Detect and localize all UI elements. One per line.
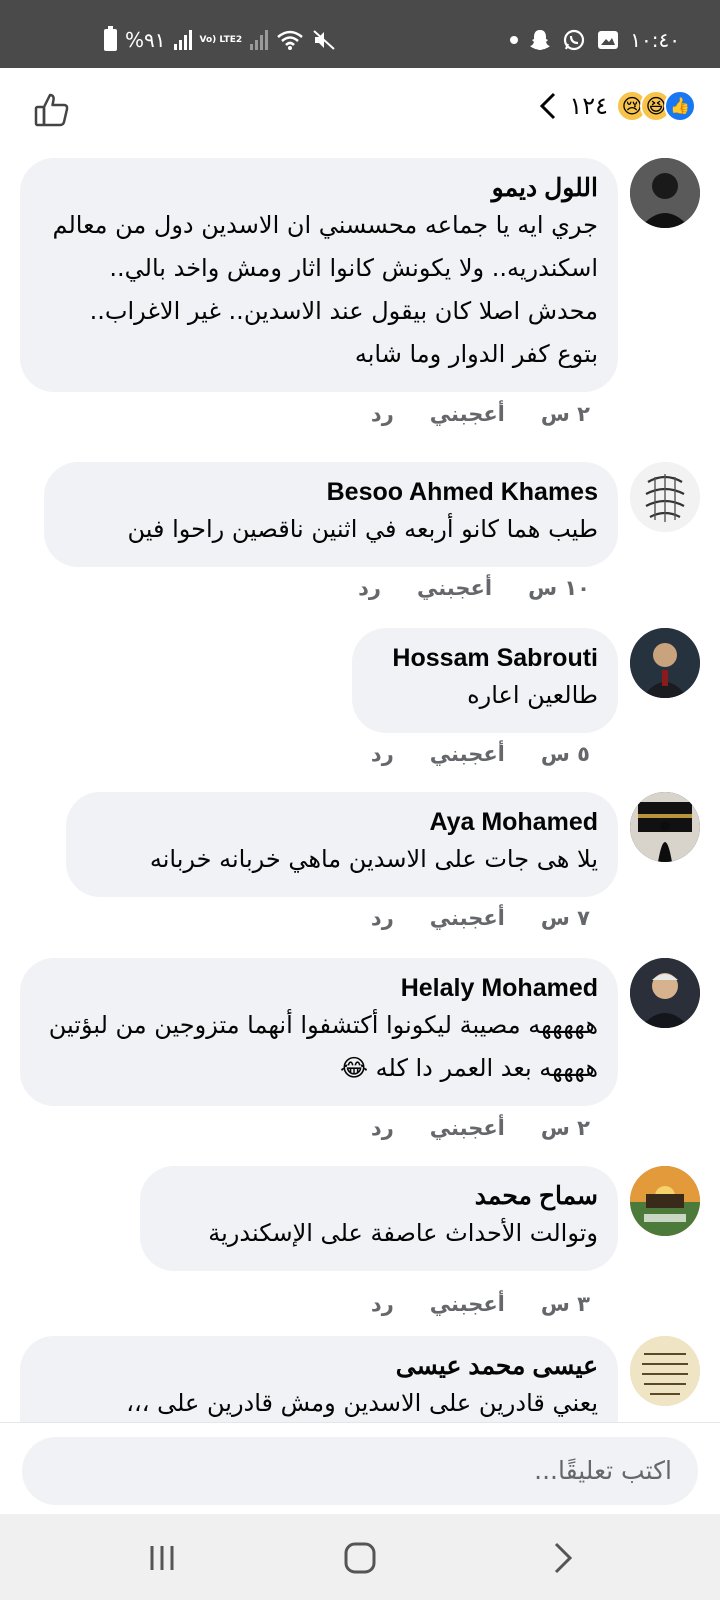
chevron-left-icon[interactable] <box>537 91 559 121</box>
like-reaction-icon: 👍 <box>664 90 696 122</box>
avatar[interactable] <box>630 158 700 228</box>
comment-time: ٢ س <box>540 402 590 426</box>
reply-link[interactable]: رد <box>371 1116 394 1140</box>
lte-icon: Vo) LTE2 <box>199 34 243 45</box>
reaction-icons: 😢 😆 👍 <box>616 90 696 122</box>
status-bar-notifications: ١٠:٤٠ <box>510 28 680 52</box>
comment-time: ٢ س <box>540 1116 590 1140</box>
comment-text: يلا هى جات على الاسدين ماهي خربانه خربان… <box>149 845 598 873</box>
signal-icon <box>250 30 269 50</box>
whatsapp-icon <box>564 29 585 51</box>
comment-bubble[interactable]: Helaly Mohamed هههههه مصيبة ليكونوا أكتش… <box>20 958 618 1106</box>
like-link[interactable]: أعجبني <box>430 1116 505 1140</box>
reaction-count: ١٢٤ <box>569 92 608 120</box>
avatar[interactable] <box>630 958 700 1028</box>
battery-percent: %٩١ <box>125 28 166 52</box>
comment-author[interactable]: Helaly Mohamed <box>42 972 598 1004</box>
mute-icon <box>313 30 335 50</box>
avatar[interactable] <box>630 628 700 698</box>
comment-bubble[interactable]: Hossam Sabrouti طالعين اعاره <box>352 628 618 733</box>
comment-time: ٣ س <box>540 1292 590 1316</box>
comment-bubble[interactable]: عيسى محمد عيسى يعني قادرين على الاسدين و… <box>20 1336 618 1422</box>
reply-link[interactable]: رد <box>371 1292 394 1316</box>
comment-author[interactable]: اللول ديمو <box>42 172 598 204</box>
comment-author[interactable]: عيسى محمد عيسى <box>42 1350 598 1382</box>
comment-time: ٥ س <box>540 742 590 766</box>
like-link[interactable]: أعجبني <box>430 906 505 930</box>
comment-actions: ٢ س أعجبني رد <box>371 1116 590 1140</box>
comment-text: وتوالت الأحداث عاصفة على الإسكندرية <box>208 1219 598 1247</box>
comment-bubble[interactable]: Besoo Ahmed Khames طيب هما كانو أربعه في… <box>44 462 618 567</box>
like-link[interactable]: أعجبني <box>430 742 505 766</box>
system-navigation-bar <box>0 1514 720 1600</box>
status-bar: %٩١ Vo) LTE2 ١٠:٤٠ <box>0 0 720 68</box>
avatar[interactable] <box>630 1336 700 1406</box>
comment-text: يعني قادرين على الاسدين ومش قادرين على ،… <box>126 1389 598 1417</box>
comment-text: طالعين اعاره <box>467 681 598 709</box>
comment-bubble[interactable]: اللول ديمو جري ايه يا جماعه محسسني ان ال… <box>20 158 618 392</box>
like-link[interactable]: أعجبني <box>430 1292 505 1316</box>
avatar[interactable] <box>630 462 700 532</box>
status-bar-system-icons: %٩١ Vo) LTE2 <box>104 26 336 52</box>
comment-text: جري ايه يا جماعه محسسني ان الاسدين دول م… <box>52 211 598 368</box>
reply-link[interactable]: رد <box>358 576 381 600</box>
gallery-icon <box>598 31 619 49</box>
signal-icon <box>173 30 192 50</box>
dot-icon <box>510 36 519 44</box>
reply-link[interactable]: رد <box>371 906 394 930</box>
like-icon[interactable] <box>32 90 72 130</box>
comment-actions: ١٠ س أعجبني رد <box>358 576 590 600</box>
back-icon[interactable] <box>540 1536 584 1580</box>
battery-icon <box>104 26 117 51</box>
comment-actions: ٣ س أعجبني رد <box>371 1292 590 1316</box>
comment-actions: ٧ س أعجبني رد <box>371 906 590 930</box>
reply-link[interactable]: رد <box>371 742 394 766</box>
avatar[interactable] <box>630 792 700 862</box>
wifi-icon <box>277 30 304 50</box>
comment-bubble[interactable]: سماح محمد وتوالت الأحداث عاصفة على الإسك… <box>140 1166 618 1271</box>
reactions-summary[interactable]: ١٢٤ 😢 😆 👍 <box>537 90 696 122</box>
comment-composer: اكتب تعليقًا... <box>0 1422 720 1514</box>
reply-link[interactable]: رد <box>371 402 394 426</box>
like-link[interactable]: أعجبني <box>417 576 492 600</box>
comment-actions: ٥ س أعجبني رد <box>371 742 590 766</box>
comment-bubble[interactable]: Aya Mohamed يلا هى جات على الاسدين ماهي … <box>66 792 618 897</box>
comment-author[interactable]: سماح محمد <box>162 1180 598 1212</box>
comment-author[interactable]: Besoo Ahmed Khames <box>66 476 598 508</box>
comment: عيسى محمد عيسى يعني قادرين على الاسدين و… <box>0 1336 720 1422</box>
comment-author[interactable]: Aya Mohamed <box>88 806 598 838</box>
comment-text: هههههه مصيبة ليكونوا أكتشفوا أنهما متزوج… <box>48 1011 598 1082</box>
comment-time: ١٠ س <box>528 576 590 600</box>
like-link[interactable]: أعجبني <box>430 402 505 426</box>
clock: ١٠:٤٠ <box>630 28 680 52</box>
comment-actions: ٢ س أعجبني رد <box>371 402 590 426</box>
comment-input[interactable]: اكتب تعليقًا... <box>22 1437 698 1505</box>
recent-apps-icon[interactable] <box>140 1536 184 1580</box>
comments-header: ١٢٤ 😢 😆 👍 <box>0 68 720 152</box>
snapchat-icon <box>530 30 551 50</box>
home-icon[interactable] <box>338 1536 382 1580</box>
comment-text: طيب هما كانو أربعه في اثنين ناقصين راحوا… <box>127 515 599 543</box>
comment-time: ٧ س <box>540 906 590 930</box>
avatar[interactable] <box>630 1166 700 1236</box>
comment-author[interactable]: Hossam Sabrouti <box>374 642 598 674</box>
